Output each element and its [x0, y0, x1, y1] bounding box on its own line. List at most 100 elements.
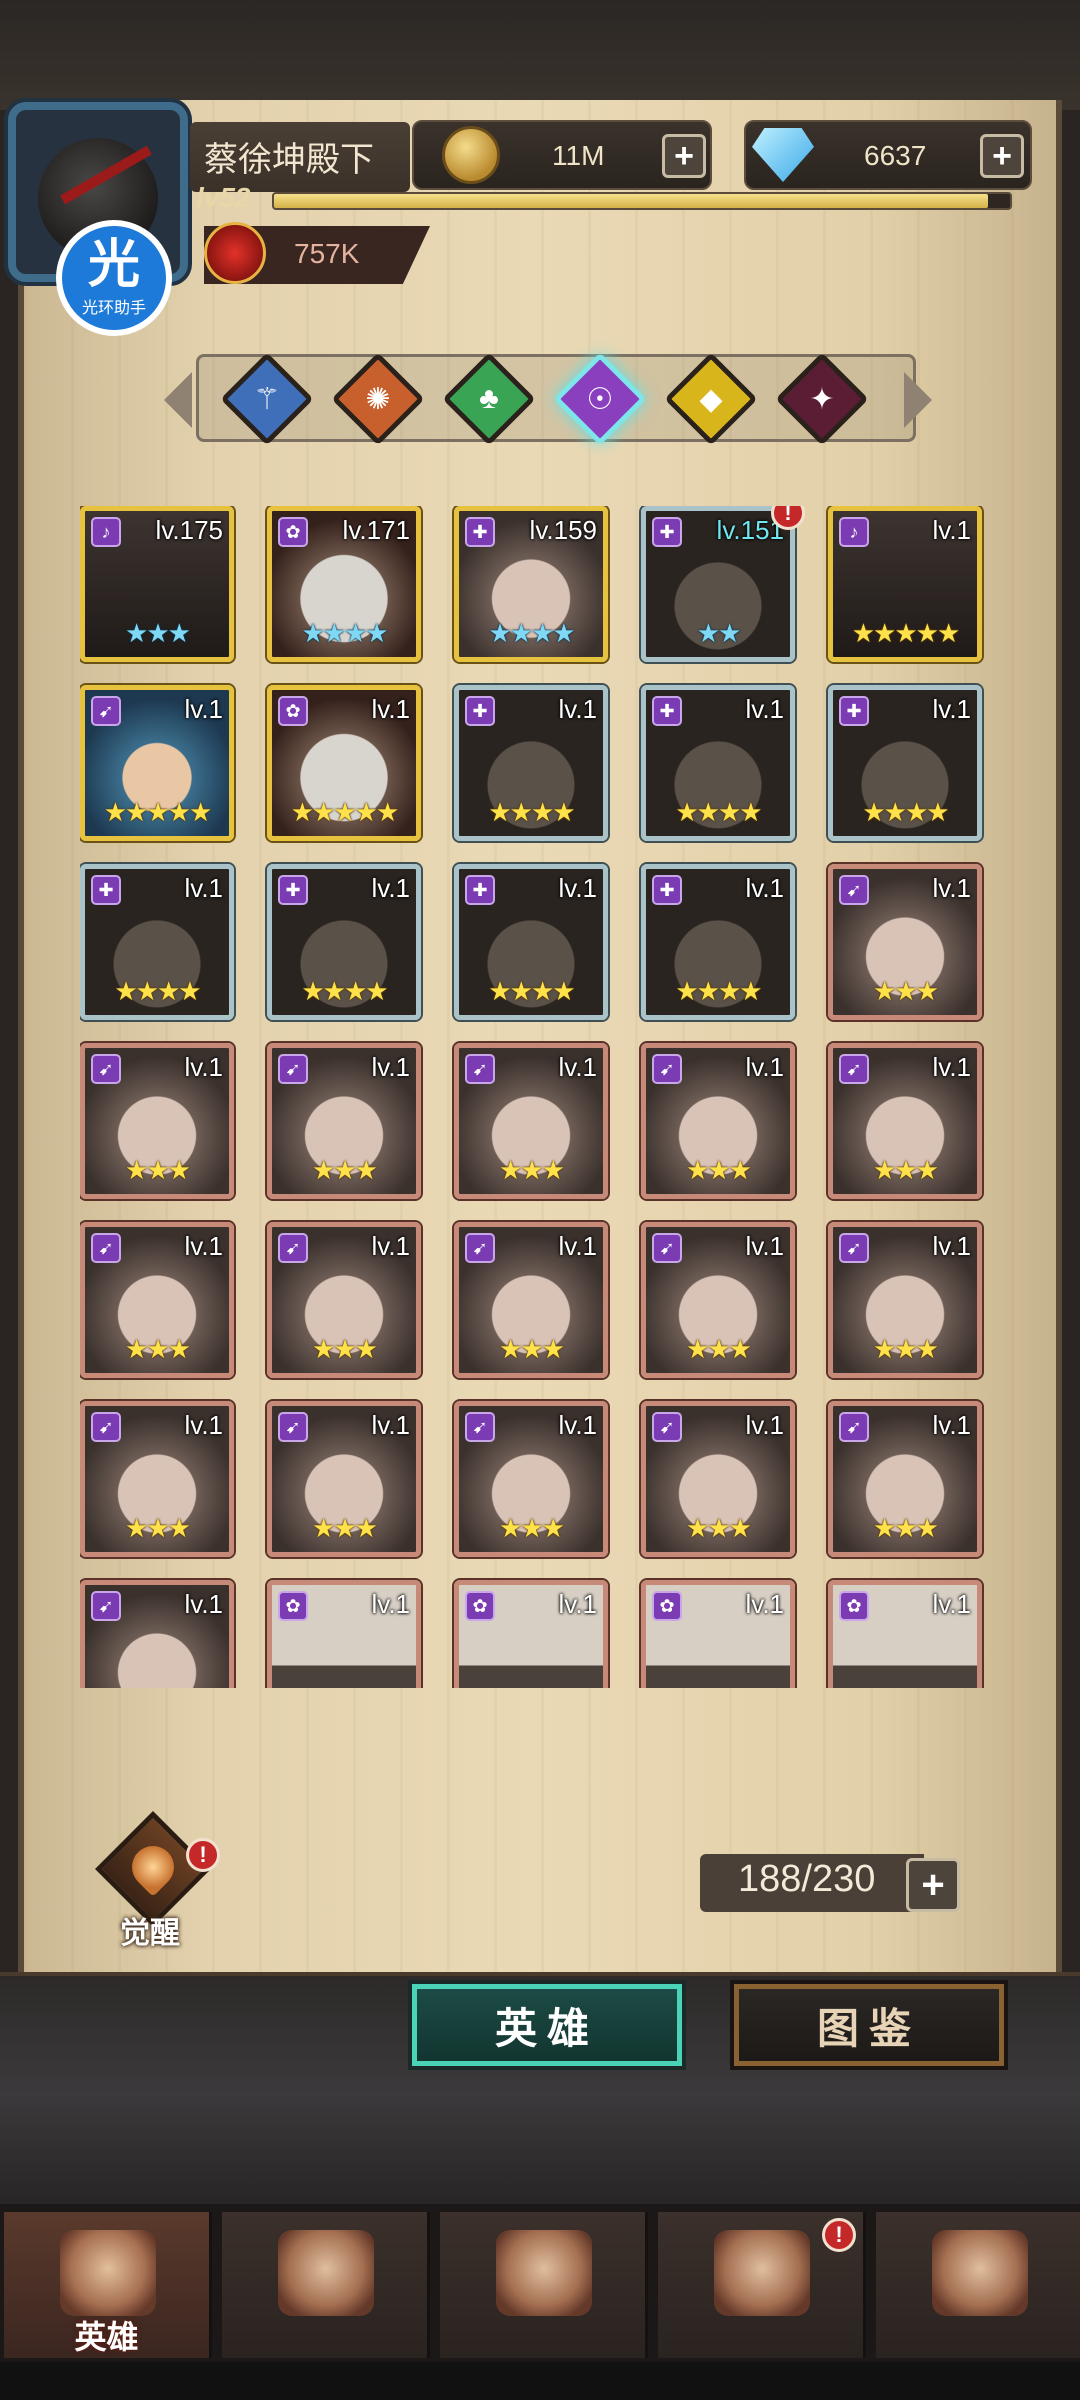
- hero-class-icon: ✚: [839, 696, 869, 726]
- hero-card[interactable]: ➹ lv.1 ★★★: [80, 1043, 234, 1199]
- element-filter-nature[interactable]: ♣: [442, 352, 536, 446]
- nav-tab-heroes[interactable]: 英雄: [4, 2212, 212, 2358]
- top-band: [0, 0, 1080, 110]
- hero-class-icon: ✚: [465, 517, 495, 547]
- arcane-element-icon: ☉: [586, 382, 614, 416]
- hero-class-icon: ✿: [839, 1591, 869, 1621]
- hero-class-icon: ✚: [652, 696, 682, 726]
- fire-element-icon: ✺: [365, 382, 391, 416]
- hero-card[interactable]: ✚ lv.1 ★★★★: [80, 864, 234, 1020]
- hero-stars: ★★★★★: [851, 618, 961, 648]
- combat-power-value: 757K: [294, 238, 360, 269]
- hero-stars: ★★★★★: [290, 797, 400, 827]
- hero-level: lv.1: [371, 1410, 410, 1440]
- hero-card[interactable]: ✚ lv.1 ★★★★: [267, 864, 421, 1020]
- filter-right-arrow-icon[interactable]: [904, 372, 932, 428]
- hero-class-icon: ➹: [652, 1233, 682, 1263]
- hero-card[interactable]: ➹ lv.1 ★★★: [267, 1222, 421, 1378]
- element-filter-light-blue[interactable]: ⚚: [220, 352, 314, 446]
- hero-card[interactable]: ➹ lv.1 ★★★: [828, 1401, 982, 1557]
- hero-class-icon: ✿: [278, 517, 308, 547]
- hero-card[interactable]: ✚ lv.1 ★★★★: [828, 685, 982, 841]
- hero-card[interactable]: ➹ lv.1 ★★★: [828, 864, 982, 1020]
- hero-class-icon: ➹: [465, 1233, 495, 1263]
- hero-class-icon: ➹: [465, 1412, 495, 1442]
- tab-atlas[interactable]: 图鉴: [734, 1984, 1004, 2066]
- hero-card[interactable]: ✚ lv.1 ★★★★: [454, 685, 608, 841]
- hero-level: lv.1: [558, 1052, 597, 1082]
- hero-card[interactable]: ✚ lv.151 ★★: [641, 506, 795, 662]
- tab-heroes[interactable]: 英雄: [412, 1984, 682, 2066]
- castle-nav-icon: [714, 2230, 810, 2316]
- guanghuan-assistant-badge[interactable]: 光 光环助手: [56, 220, 172, 336]
- hero-card[interactable]: ♪ lv.1 ★★★★★: [828, 506, 982, 662]
- hero-level: lv.1: [745, 1052, 784, 1082]
- player-level: lv52: [196, 182, 251, 213]
- light-blue-element-icon: ⚚: [253, 382, 281, 416]
- hero-class-icon: ✚: [278, 875, 308, 905]
- hero-card[interactable]: ➹ lv.1 ★★★: [641, 1043, 795, 1199]
- hero-card[interactable]: ➹ lv.1 ★★★: [454, 1043, 608, 1199]
- hero-level: lv.1: [184, 1410, 223, 1440]
- nav-tab-guild[interactable]: [876, 2212, 1080, 2358]
- hero-class-icon: ➹: [91, 1591, 121, 1621]
- hero-class-icon: ➹: [91, 1233, 121, 1263]
- hero-card[interactable]: ➹ lv.1 ★★★: [828, 1222, 982, 1378]
- nav-tab-battle[interactable]: [440, 2212, 648, 2358]
- awaken-alert-icon: !: [186, 1838, 220, 1872]
- element-filter-arcane[interactable]: ☉: [553, 352, 647, 446]
- hero-card[interactable]: ✿ lv.171 ★★★★: [267, 506, 421, 662]
- element-filter-holy[interactable]: ◆: [664, 352, 758, 446]
- hero-card[interactable]: ✿ lv.1: [641, 1580, 795, 1688]
- hero-card[interactable]: ✚ lv.159 ★★★★: [454, 506, 608, 662]
- add-diamond-button[interactable]: +: [980, 134, 1024, 178]
- hero-card[interactable]: ✿ lv.1 ★★★★★: [267, 685, 421, 841]
- hero-card[interactable]: ➹ lv.1 ★★★: [80, 1222, 234, 1378]
- hero-card[interactable]: ➹ lv.1 ★★★: [641, 1222, 795, 1378]
- hero-card[interactable]: ➹ lv.1 ★★★★★: [80, 685, 234, 841]
- hero-card[interactable]: ➹ lv.1 ★★★: [454, 1401, 608, 1557]
- hero-card[interactable]: ➹ lv.1: [80, 1580, 234, 1688]
- hero-card[interactable]: ➹ lv.1 ★★★: [828, 1043, 982, 1199]
- hero-card[interactable]: ✚ lv.1 ★★★★: [641, 685, 795, 841]
- hero-card[interactable]: ✿ lv.1: [454, 1580, 608, 1688]
- hero-stars: ★★: [696, 618, 742, 648]
- hero-level: lv.1: [558, 873, 597, 903]
- hero-stars: ★★★: [499, 1334, 565, 1364]
- hero-card[interactable]: ➹ lv.1 ★★★: [80, 1401, 234, 1557]
- nav-alert-icon: !: [822, 2218, 856, 2252]
- hero-card[interactable]: ♪ lv.175 ★★★: [80, 506, 234, 662]
- hero-level: lv.1: [371, 1052, 410, 1082]
- hero-card[interactable]: ➹ lv.1 ★★★: [267, 1043, 421, 1199]
- awaken-label: 觉醒: [120, 1917, 180, 1950]
- add-gold-button[interactable]: +: [662, 134, 706, 178]
- hero-card[interactable]: ✚ lv.1 ★★★★: [454, 864, 608, 1020]
- hero-level: lv.1: [558, 1231, 597, 1261]
- hero-card[interactable]: ➹ lv.1 ★★★: [267, 1401, 421, 1557]
- hero-stars: ★★★★: [301, 976, 388, 1006]
- nature-element-icon: ♣: [479, 382, 499, 415]
- dark-element-icon: ✦: [809, 382, 835, 416]
- hero-level: lv.1: [558, 1410, 597, 1440]
- hero-card[interactable]: ➹ lv.1 ★★★: [641, 1401, 795, 1557]
- player-name: 蔡徐坤殿下: [204, 141, 374, 179]
- hero-stars: ★★★★: [114, 976, 201, 1006]
- nav-tab-castle[interactable]: !: [658, 2212, 866, 2358]
- hero-class-icon: ✿: [465, 1591, 495, 1621]
- hero-card[interactable]: ✿ lv.1: [828, 1580, 982, 1688]
- hero-stars: ★★★★: [488, 797, 575, 827]
- element-filter-dark[interactable]: ✦: [775, 352, 869, 446]
- hero-stars: ★★★: [125, 1334, 191, 1364]
- hero-class-icon: ✚: [465, 696, 495, 726]
- hero-card[interactable]: ✚ lv.1 ★★★★: [641, 864, 795, 1020]
- hero-level: lv.1: [558, 1589, 597, 1619]
- hero-card[interactable]: ➹ lv.1 ★★★: [454, 1222, 608, 1378]
- element-filter-fire[interactable]: ✺: [331, 352, 425, 446]
- filter-left-arrow-icon[interactable]: [164, 372, 192, 428]
- expand-hero-slots-button[interactable]: +: [906, 1858, 960, 1912]
- nav-tab-adventure[interactable]: [222, 2212, 430, 2358]
- hero-level: lv.1: [932, 1052, 971, 1082]
- hero-card[interactable]: ✿ lv.1: [267, 1580, 421, 1688]
- hero-class-icon: ➹: [278, 1054, 308, 1084]
- holy-element-icon: ◆: [699, 382, 723, 416]
